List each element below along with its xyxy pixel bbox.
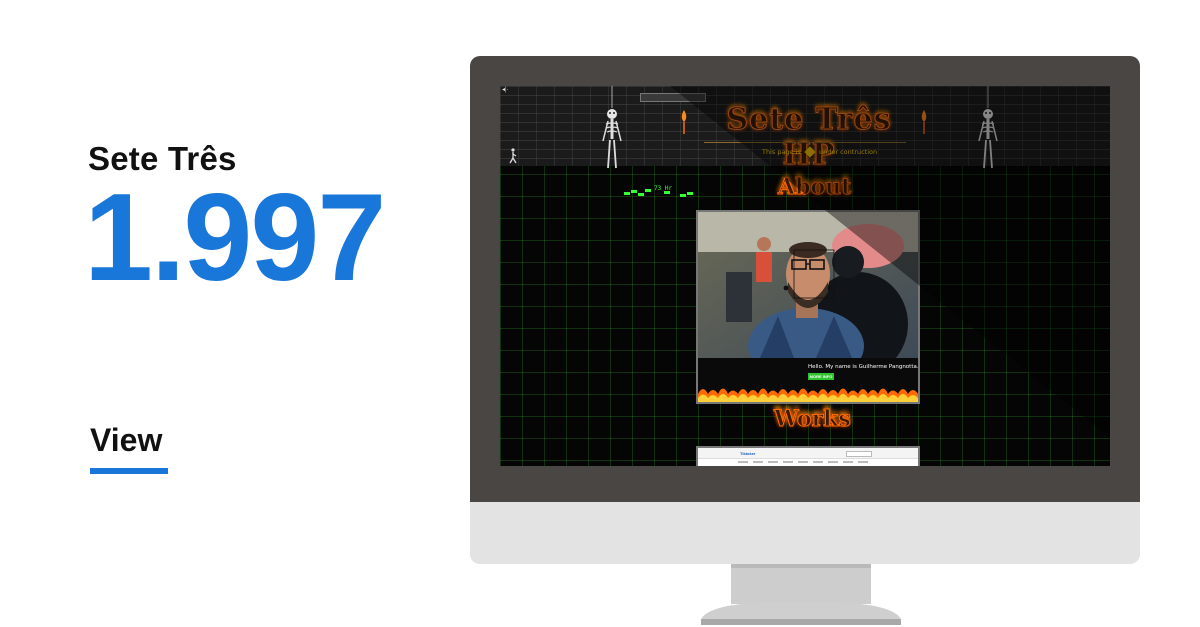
torch-icon [921, 110, 927, 134]
monitor-chin [470, 502, 1140, 564]
more-info-button[interactable]: MORE INFO [808, 373, 834, 380]
torch-icon [681, 110, 687, 134]
works-preview-logo: Tiktoker [740, 451, 756, 456]
construction-notice: This page is under contruction [762, 146, 878, 158]
about-intro-text: Hello. My name is Guilherme Pangnotta. I… [808, 364, 918, 370]
works-preview-card[interactable]: Tiktoker [696, 446, 920, 466]
construction-prefix: This page is [762, 148, 801, 156]
view-link[interactable]: View [90, 422, 162, 459]
monitor-screen[interactable]: ◂|· Sete Três This page is under contruc… [500, 86, 1110, 466]
construction-suffix: under contruction [819, 148, 878, 156]
skeleton-icon [978, 86, 998, 169]
counter-value: 73 [654, 185, 662, 192]
works-preview-menu [738, 461, 868, 463]
project-score: 1.997 [84, 169, 386, 307]
monitor-stand-base [701, 619, 901, 625]
profile-photo [698, 212, 918, 358]
site-title: Sete Três HP [726, 102, 892, 173]
title-divider [704, 142, 906, 143]
monitor-stand-neck [731, 564, 871, 604]
walking-figure-icon [509, 148, 517, 164]
about-card: Hello. My name is Guilherme Pangnotta. I… [696, 210, 920, 404]
construction-sign-icon [804, 146, 816, 158]
visitor-counter: 73 Hr [654, 185, 672, 192]
site-search-box[interactable] [640, 93, 706, 102]
flames-border [698, 388, 918, 402]
back-link[interactable]: ◂|· [502, 86, 509, 93]
skeleton-icon [602, 86, 622, 169]
works-preview-search [846, 451, 872, 457]
about-heading: About [777, 174, 852, 201]
works-preview-navbar: Tiktoker [698, 448, 918, 459]
counter-suffix: Hr [664, 185, 673, 192]
site-header: ◂|· Sete Três This page is under contruc… [500, 86, 1110, 173]
works-heading: Works [774, 406, 852, 433]
view-link-underline [90, 468, 168, 474]
